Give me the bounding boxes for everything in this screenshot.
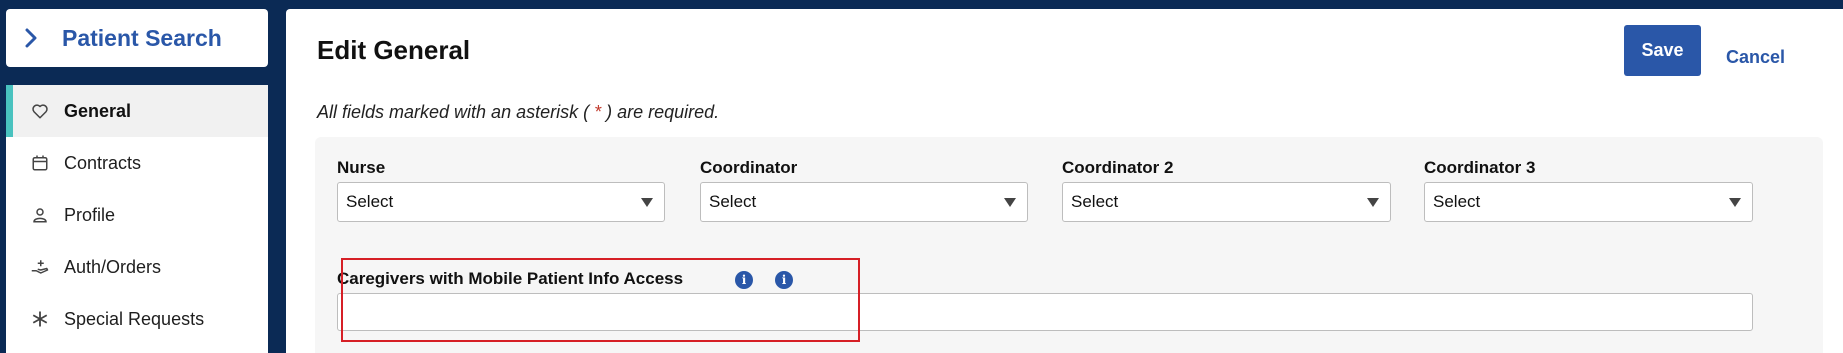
coordinator-2-select[interactable]: Select bbox=[1062, 182, 1391, 222]
chevron-down-icon bbox=[1004, 198, 1016, 207]
required-note-text-start: All fields marked with an asterisk ( bbox=[317, 102, 595, 122]
chevron-right-icon bbox=[24, 27, 46, 49]
sidebar-item-label: General bbox=[64, 100, 132, 121]
chevron-down-icon bbox=[1729, 198, 1741, 207]
patient-search-title: Patient Search bbox=[62, 24, 222, 51]
nurse-label: Nurse bbox=[337, 158, 386, 177]
coordinator-3-select[interactable]: Select bbox=[1424, 182, 1753, 222]
page-title: Edit General bbox=[317, 35, 471, 65]
coordinator-3-label: Coordinator 3 bbox=[1424, 158, 1536, 177]
sidebar-item-special-requests[interactable]: Special Requests bbox=[6, 293, 268, 345]
sidebar-item-general[interactable]: General bbox=[6, 85, 268, 137]
sidebar-item-contracts[interactable]: Contracts bbox=[6, 137, 268, 189]
nurse-select-value: Select bbox=[346, 192, 394, 211]
save-button[interactable]: Save bbox=[1624, 25, 1701, 76]
sidebar-nav: General Contracts Profile Auth/Orders Sp… bbox=[6, 85, 268, 353]
required-note-text-end: ) are required. bbox=[601, 102, 720, 122]
sidebar-item-label: Auth/Orders bbox=[64, 256, 162, 277]
calendar-icon bbox=[30, 153, 50, 173]
coordinator-select[interactable]: Select bbox=[700, 182, 1028, 222]
coordinator-select-value: Select bbox=[709, 192, 757, 211]
coordinator-label: Coordinator bbox=[700, 158, 798, 177]
sidebar-item-auth-orders[interactable]: Auth/Orders bbox=[6, 241, 268, 293]
sidebar-item-profile[interactable]: Profile bbox=[6, 189, 268, 241]
cancel-link[interactable]: Cancel bbox=[1726, 47, 1785, 68]
info-icon[interactable]: i bbox=[773, 271, 795, 294]
nurse-select[interactable]: Select bbox=[337, 182, 665, 222]
coordinator-2-select-value: Select bbox=[1071, 192, 1119, 211]
caregivers-input[interactable] bbox=[337, 293, 1753, 331]
coordinator-3-select-value: Select bbox=[1433, 192, 1481, 211]
hand-plus-icon bbox=[30, 257, 50, 277]
sidebar-item-label: Special Requests bbox=[64, 308, 205, 329]
chevron-down-icon bbox=[1367, 198, 1379, 207]
required-fields-note: All fields marked with an asterisk ( * )… bbox=[317, 102, 719, 123]
edit-general-panel: Edit General Save Cancel All fields mark… bbox=[286, 9, 1843, 353]
heart-icon bbox=[30, 101, 50, 121]
chevron-down-icon bbox=[641, 198, 653, 207]
general-form: Nurse Select Coordinator Select Coordina… bbox=[315, 137, 1823, 353]
info-icon[interactable]: i bbox=[733, 271, 755, 294]
caregivers-label: Caregivers with Mobile Patient Info Acce… bbox=[337, 269, 684, 288]
sidebar-item-label: Contracts bbox=[64, 152, 142, 173]
sidebar-item-label: Profile bbox=[64, 204, 116, 225]
person-icon bbox=[30, 205, 50, 225]
coordinator-2-label: Coordinator 2 bbox=[1062, 158, 1174, 177]
asterisk-icon bbox=[30, 309, 50, 329]
patient-search-card[interactable]: Patient Search bbox=[6, 9, 268, 67]
